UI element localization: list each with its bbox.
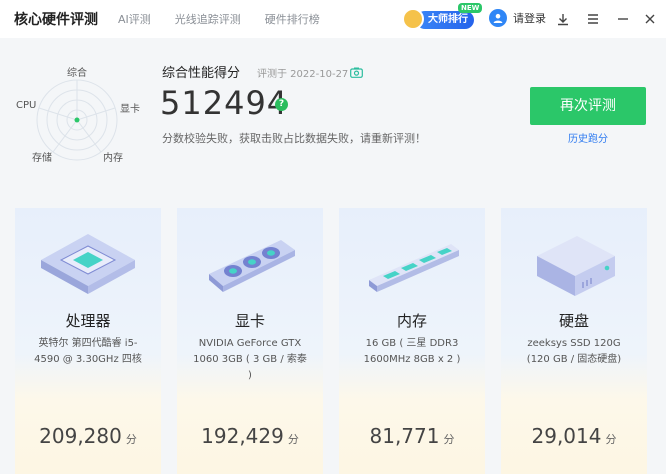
app-title: 核心硬件评测 (14, 12, 98, 28)
cpu-card-score: 209,280 分 (15, 424, 161, 448)
gpu-score-value: 192,429 (201, 424, 284, 448)
master-avatar-icon (402, 8, 424, 30)
memory-card-title: 内存 (396, 312, 427, 330)
disk-score-unit: 分 (605, 433, 617, 446)
menu-icon (588, 14, 598, 24)
cpu-card-description: 英特尔 第四代酷睿 i5-4590 @ 3.30GHz 四核 (34, 338, 142, 365)
memory-score-value: 81,771 (369, 424, 440, 448)
login-button[interactable]: 请登录 (489, 9, 546, 27)
gpu-card-description: NVIDIA GeForce GTX 1060 3GB ( 3 GB / 索泰 … (193, 338, 307, 381)
disk-card[interactable]: 硬盘 zeeksys SSD 120G (120 GB / 固态硬盘) 29,0… (501, 208, 647, 474)
performance-radar: 综合 显卡 CPU 存储 内存 (14, 60, 144, 164)
memory-card[interactable]: 内存 16 GB ( 三星 DDR3 1600MHz 8GB x 2 ) 81,… (339, 208, 485, 474)
hard-drive-icon (519, 226, 629, 306)
cpu-score-unit: 分 (125, 433, 137, 446)
master-ranking-label: 大师排行 (416, 11, 474, 29)
radar-label-cpu: CPU (16, 100, 37, 111)
close-button[interactable] (640, 9, 660, 29)
download-button[interactable] (553, 9, 573, 29)
menu-button[interactable] (583, 9, 603, 29)
new-badge: NEW (458, 3, 483, 13)
login-label: 请登录 (513, 12, 546, 25)
score-warning: 分数校验失败，获取击败占比数据失败，请重新评测！ (162, 132, 426, 145)
download-icon (558, 14, 568, 26)
disk-card-title: 硬盘 (558, 312, 589, 330)
minimize-icon (618, 18, 628, 20)
radar-center-dot (74, 117, 80, 123)
memory-stick-icon (357, 226, 467, 306)
graphics-card-icon (195, 226, 305, 306)
cpu-score-value: 209,280 (39, 424, 122, 448)
top-bar: 核心硬件评测 AI评测 光线追踪评测 硬件排行榜 大师排行 NEW 请登录 (0, 0, 666, 38)
history-scores-link[interactable]: 历史跑分 (568, 130, 608, 145)
radar-label-memory: 内存 (103, 153, 123, 164)
retest-button[interactable]: 再次评测 (530, 87, 646, 125)
minimize-button[interactable] (613, 9, 633, 29)
radar-label-overall: 综合 (67, 68, 87, 79)
help-icon[interactable]: ? (275, 98, 288, 111)
memory-card-score: 81,771 分 (339, 424, 485, 448)
disk-score-value: 29,014 (531, 424, 602, 448)
gpu-score-unit: 分 (287, 433, 299, 446)
radar-label-gpu: 显卡 (120, 104, 140, 115)
disk-card-score: 29,014 分 (501, 424, 647, 448)
user-icon (489, 9, 507, 27)
master-ranking-button[interactable]: 大师排行 NEW (402, 3, 483, 30)
disk-card-description: zeeksys SSD 120G (120 GB / 固态硬盘) (526, 338, 622, 365)
close-icon (645, 14, 655, 24)
tab-ai-benchmark[interactable]: AI评测 (118, 11, 151, 27)
tab-hardware-ranking[interactable]: 硬件排行榜 (265, 11, 320, 27)
memory-card-description: 16 GB ( 三星 DDR3 1600MHz 8GB x 2 ) (363, 338, 461, 365)
tab-ray-tracing-benchmark[interactable]: 光线追踪评测 (175, 11, 241, 27)
gpu-card-score: 192,429 分 (177, 424, 323, 448)
evaluation-date: 评测于 2022-10-27 (257, 69, 349, 80)
score-title: 综合性能得分 (162, 66, 241, 81)
memory-score-unit: 分 (443, 433, 455, 446)
radar-label-storage: 存储 (32, 153, 52, 164)
cpu-chip-icon (33, 226, 143, 306)
screenshot-icon[interactable] (350, 63, 363, 82)
gpu-card-title: 显卡 (234, 312, 265, 330)
overall-score: 512494 (160, 84, 289, 122)
gpu-card[interactable]: 显卡 NVIDIA GeForce GTX 1060 3GB ( 3 GB / … (177, 208, 323, 474)
cpu-card[interactable]: 处理器 英特尔 第四代酷睿 i5-4590 @ 3.30GHz 四核 209,2… (15, 208, 161, 474)
cpu-card-title: 处理器 (65, 312, 111, 330)
